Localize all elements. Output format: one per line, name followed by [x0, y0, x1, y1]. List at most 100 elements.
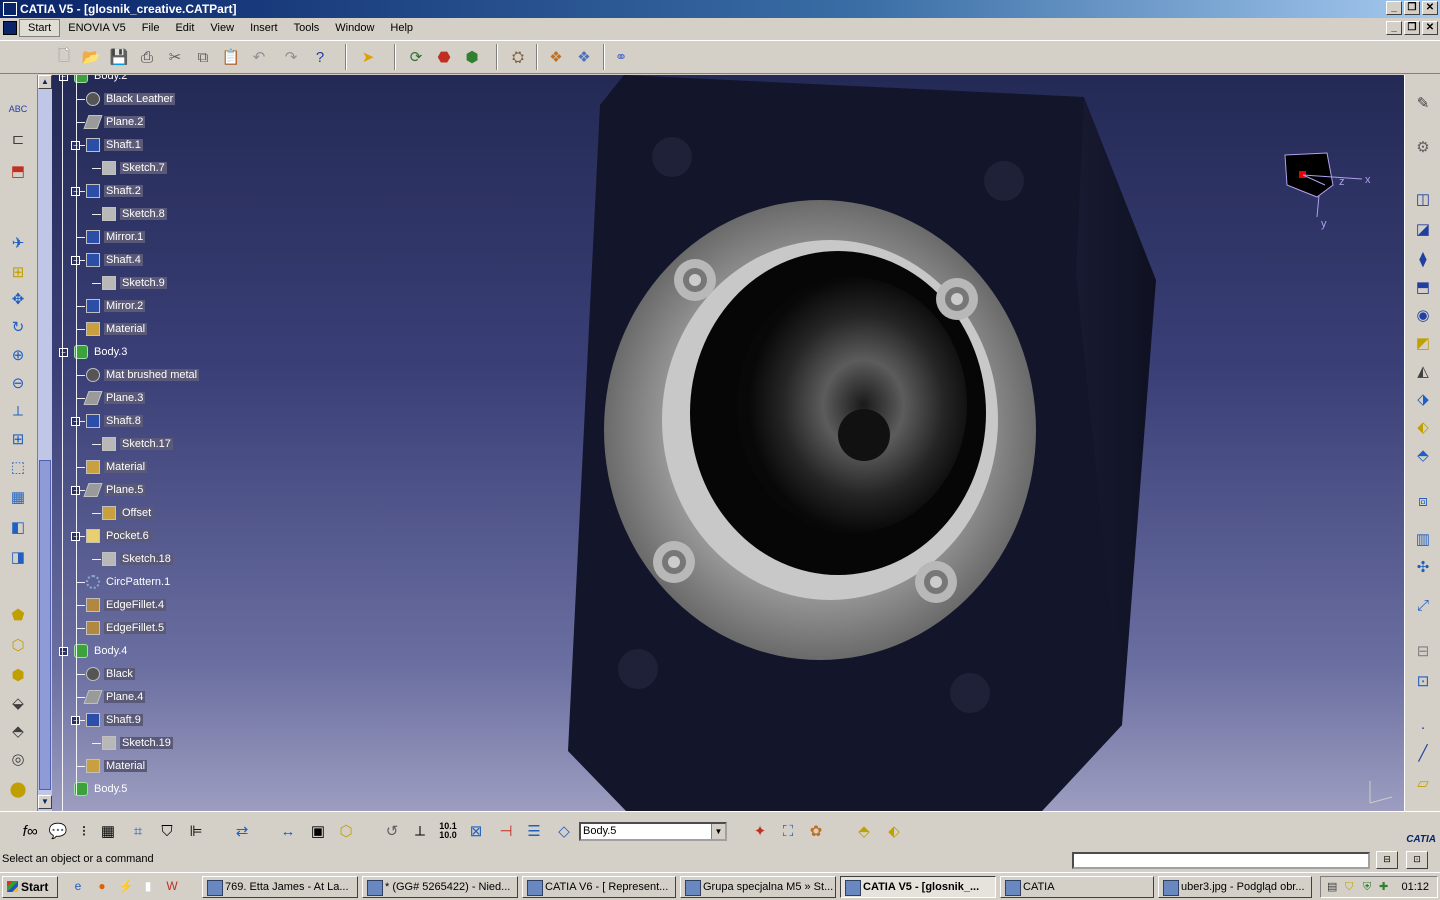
tree-node[interactable]: Body.2 [74, 75, 129, 85]
paste-icon[interactable]: 📋 [219, 45, 243, 69]
text-with-leader-icon[interactable]: ABC [5, 97, 31, 121]
tree-node[interactable]: Material [86, 320, 148, 338]
tree-node[interactable]: Body.3 [74, 343, 129, 361]
shading-icon[interactable]: ▦ [5, 485, 31, 509]
doc-restore-button[interactable]: ❐ [1404, 21, 1420, 35]
hole-icon[interactable]: ◎ [5, 747, 31, 771]
shield-icon[interactable]: ⛨ [1363, 877, 1371, 897]
notepad-quicklaunch-icon[interactable]: ▮ [140, 878, 156, 894]
tree-node[interactable]: Shaft.9 [86, 711, 143, 729]
line-icon[interactable]: ╱ [1410, 741, 1436, 765]
scaling-icon[interactable]: ⤢ [1410, 593, 1436, 617]
check-icon[interactable]: ⊫ [184, 819, 208, 843]
start-button[interactable]: Start [2, 876, 58, 898]
tree-node[interactable]: Shaft.1 [86, 136, 143, 154]
print-icon[interactable]: ⎙ [135, 45, 159, 69]
save-icon[interactable]: 💾 [107, 45, 131, 69]
menu-edit[interactable]: Edit [167, 18, 202, 38]
snapshot-icon[interactable]: ▣ [306, 819, 330, 843]
redo-icon[interactable]: ↷ [279, 45, 303, 69]
select-arrow-icon[interactable]: ➤ [356, 45, 380, 69]
tree-node[interactable]: Mirror.2 [86, 297, 146, 315]
taskbar-task[interactable]: Grupa specjalna M5 » St... [680, 876, 836, 898]
tree-node[interactable]: Material [86, 757, 148, 775]
open-folder-icon[interactable]: 📂 [79, 45, 103, 69]
tree-collapse-toggle[interactable]: − [59, 348, 68, 357]
pocket-icon[interactable]: ⬡ [5, 633, 31, 657]
cut-icon[interactable]: ✂ [163, 45, 187, 69]
taskbar-task[interactable]: CATIA [1000, 876, 1154, 898]
fly-mode-icon[interactable]: ✈ [5, 231, 31, 255]
menu-view[interactable]: View [202, 18, 242, 38]
hide-show-icon[interactable]: ◧ [5, 515, 31, 539]
dimension-icon[interactable]: ↔ [276, 819, 300, 843]
geometrical-set-icon[interactable]: ⬖ [882, 819, 906, 843]
fit-all-icon[interactable]: ⊞ [5, 260, 31, 284]
symmetry-icon[interactable]: ⬘ [1410, 443, 1436, 467]
restore-button[interactable]: ❐ [1404, 1, 1420, 15]
law-icon[interactable]: ⌗ [126, 819, 150, 843]
tree-node[interactable]: Body.4 [74, 642, 129, 660]
update-cycle-icon[interactable]: ⬢ [460, 45, 484, 69]
multi-section-icon[interactable]: ⬘ [5, 719, 31, 743]
shell-icon[interactable]: ⬒ [1410, 275, 1436, 299]
close-button[interactable]: ✕ [1422, 1, 1438, 15]
menu-enovia[interactable]: ENOVIA V5 [60, 18, 133, 38]
sew-surface-icon[interactable]: ◭ [1410, 359, 1436, 383]
menu-insert[interactable]: Insert [242, 18, 286, 38]
scale-icon[interactable]: 10.1 10.0 [436, 819, 460, 843]
layer-icon[interactable]: ◇ [552, 819, 576, 843]
tree-node[interactable]: EdgeFillet.4 [86, 596, 167, 614]
pan-icon[interactable]: ✥ [5, 287, 31, 311]
menu-start[interactable]: Start [19, 19, 61, 37]
swap-space-icon[interactable]: ◨ [5, 545, 31, 569]
render-icon[interactable]: ✦ [748, 819, 772, 843]
network-icon[interactable]: ▤ [1327, 877, 1337, 897]
tree-node[interactable]: Sketch.17 [102, 435, 173, 453]
fillet-icon[interactable]: ◫ [1410, 187, 1436, 211]
draft-icon[interactable]: ⧫ [1410, 247, 1436, 271]
parameters-icon[interactable]: ⁝ [72, 819, 96, 843]
chevron-down-icon[interactable]: ▼ [711, 824, 725, 839]
whats-this-icon[interactable]: ? [308, 45, 332, 69]
taskbar-task[interactable]: 769. Etta James - At La... [202, 876, 358, 898]
rect-pattern-icon[interactable]: ▥ [1410, 527, 1436, 551]
split-icon[interactable]: ◩ [1410, 331, 1436, 355]
flag-note-icon[interactable]: ⊏ [5, 127, 31, 151]
tree-node[interactable]: Plane.5 [83, 481, 146, 499]
scroll-thumb[interactable] [39, 460, 51, 790]
plane-icon[interactable]: ▱ [1410, 771, 1436, 795]
tree-node[interactable]: Plane.3 [83, 389, 146, 407]
tree-node[interactable]: Plane.4 [83, 688, 146, 706]
tree-node[interactable]: Shaft.8 [86, 412, 143, 430]
remove-lump-icon[interactable]: ⚭ [609, 45, 633, 69]
circ-pattern-icon[interactable]: ✣ [1410, 555, 1436, 579]
taskbar-task[interactable]: CATIA V5 - [glosnik_... [840, 876, 996, 898]
security-icon[interactable]: ⛉ [1345, 877, 1353, 897]
tree-node[interactable]: Shaft.2 [86, 182, 143, 200]
inertia-icon[interactable]: ⊡ [1410, 669, 1436, 693]
environment-icon[interactable]: ⛶ [776, 819, 800, 843]
point-icon[interactable]: · [1410, 715, 1436, 739]
texture-icon[interactable]: ✿ [804, 819, 828, 843]
annotation-plane-icon[interactable]: ⊠ [464, 819, 488, 843]
zoom-in-icon[interactable]: ⊕ [5, 343, 31, 367]
tree-node[interactable]: Sketch.7 [102, 159, 167, 177]
stack-icon[interactable]: ☰ [522, 819, 546, 843]
tree-node[interactable]: Mirror.1 [86, 228, 146, 246]
firefox-quicklaunch-icon[interactable]: ● [94, 878, 110, 894]
mirror-icon[interactable]: ⧈ [1410, 489, 1436, 513]
clear-command-button[interactable]: ⊡ [1406, 851, 1428, 869]
tree-node[interactable]: Sketch.19 [102, 734, 173, 752]
zoom-out-icon[interactable]: ⊖ [5, 371, 31, 395]
tree-node[interactable]: CircPattern.1 [86, 573, 172, 591]
3d-viewport[interactable]: Body.2 − Black Leather Plane.2 Shaft.1 − Sketc… [52, 75, 1404, 811]
copy-icon[interactable]: ⧉ [191, 45, 215, 69]
tree-node[interactable]: Mat brushed metal [86, 366, 200, 384]
measure-icon[interactable]: ⊟ [1410, 639, 1436, 663]
rule-icon[interactable]: ⛉ [155, 819, 179, 843]
settings-gear-icon[interactable]: ⚙ [1410, 135, 1436, 159]
undo-icon[interactable]: ↶ [247, 45, 271, 69]
tree-node[interactable]: Shaft.4 [86, 251, 143, 269]
menu-tools[interactable]: Tools [286, 18, 328, 38]
